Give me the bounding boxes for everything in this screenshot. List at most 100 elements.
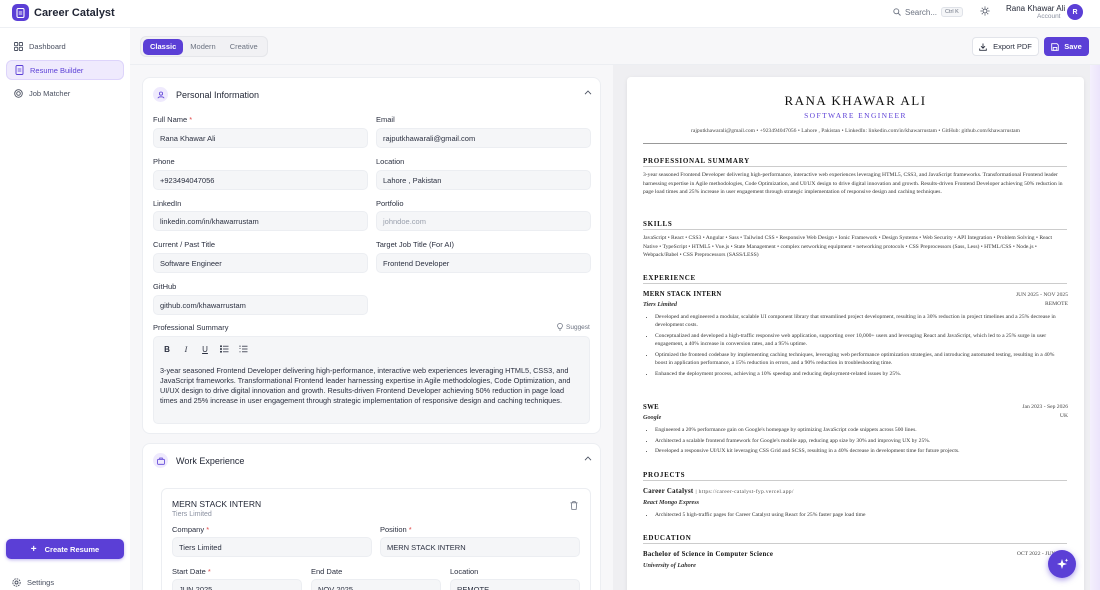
email-field[interactable]: rajputkhawarali@gmail.com [376,128,591,148]
bullet-list-icon[interactable] [219,344,229,354]
search-shortcut: Ctrl K [941,7,963,17]
ai-assistant-button[interactable] [1048,550,1076,578]
numbered-list-icon[interactable] [238,344,248,354]
position-label: Position * [380,525,412,534]
chevron-up-icon[interactable] [584,90,592,95]
cv-bullet: Developed a responsive UI/UX kit leverag… [655,447,1067,455]
sidebar: Dashboard Resume Builder Job Matcher + C… [0,28,130,590]
phone-label: Phone [153,157,175,166]
experience-title: MERN STACK INTERN [172,499,262,509]
app-title: Career Catalyst [34,7,115,19]
export-pdf-button[interactable]: Export PDF [972,37,1039,56]
cv-bullet: Architected a scalable frontend framewor… [655,437,1067,445]
italic-icon[interactable]: I [181,344,191,354]
cv-name: RANA KHAWAR ALI [784,93,927,108]
section-header[interactable]: Personal Information [153,87,259,102]
cv-job-title: MERN STACK INTERN [643,291,722,298]
avatar[interactable]: R [1067,4,1083,20]
create-resume-button[interactable]: + Create Resume [6,539,124,559]
cv-summary-heading: PROFESSIONAL SUMMARY [643,157,750,165]
full-name-field[interactable]: Rana Khawar Ali [153,128,368,148]
cv-section-rule [643,166,1067,167]
start-date-label: Start Date * [172,567,211,576]
gear-icon [12,578,21,587]
cv-job-date: JUN 2025 - NOV 2025 [1015,292,1068,298]
location-field[interactable]: Lahore , Pakistan [376,170,591,190]
start-date-field[interactable]: JUN 2025 [172,579,302,590]
cv-bullet: Developed and engineered a modular, scal… [655,313,1067,329]
cv-job-location: UK [1059,413,1068,419]
current-title-field[interactable]: Software Engineer [153,253,368,273]
portfolio-field[interactable]: johndoe.com [376,211,591,231]
current-title-label: Current / Past Title [153,240,216,249]
document-icon [14,65,24,75]
tab-creative[interactable]: Creative [223,39,265,55]
save-button[interactable]: Save [1044,37,1089,56]
sidebar-item-settings[interactable]: Settings [12,578,54,587]
export-pdf-label: Export PDF [993,42,1032,51]
suggest-button[interactable]: Suggest [557,323,590,331]
cv-project-bullets: Architected 5 high-traffic pages for Car… [655,511,1067,522]
resume-preview-panel: RANA KHAWAR ALI SOFTWARE ENGINEER rajput… [613,65,1100,590]
phone-field[interactable]: +923494047056 [153,170,368,190]
cv-job-bullets: Developed and engineered a modular, scal… [655,313,1067,380]
save-icon [1051,42,1059,51]
lightbulb-icon [557,323,563,331]
plus-icon: + [30,543,37,555]
cv-projects-heading: PROJECTS [643,471,686,479]
cv-divider [643,143,1067,144]
trash-icon[interactable] [570,501,578,510]
search-icon [893,8,901,16]
email-label: Email [376,115,395,124]
template-tabs: Classic Modern Creative [140,36,268,57]
summary-text[interactable]: 3-year seasoned Frontend Developer deliv… [160,366,582,406]
position-field[interactable]: MERN STACK INTERN [380,537,580,557]
tab-classic[interactable]: Classic [143,38,184,55]
section-header[interactable]: Work Experience [153,453,244,468]
user-icon [153,87,168,102]
end-date-field[interactable]: NOV 2025 [311,579,441,590]
cv-job-bullets: Engineered a 20% performance gain on Goo… [655,426,1067,458]
cv-job-company: Google [643,414,662,421]
cv-experience-heading: EXPERIENCE [643,274,696,282]
github-field[interactable]: github.com/khawarrustam [153,295,368,315]
main-area: Classic Modern Creative Export PDF Save … [130,28,1100,590]
sidebar-item-label: Job Matcher [29,88,71,98]
cv-bullet: Conceptualized and developed a high-traf… [655,332,1067,348]
company-label: Company * [172,525,210,534]
create-resume-label: Create Resume [44,544,100,554]
company-field[interactable]: Tiers Limited [172,537,372,557]
sidebar-item-dashboard[interactable]: Dashboard [6,36,124,56]
app-logo-icon[interactable] [12,4,29,21]
cv-skills: JavaScript • React • CSS3 • Angular • Sa… [643,235,1053,258]
user-name: Rana Khawar Ali [1006,4,1066,13]
linkedin-label: LinkedIn [153,199,182,208]
personal-information-section: Personal Information Full Name * Rana Kh… [142,77,601,434]
search-box[interactable]: Search... Ctrl K [893,5,971,19]
work-experience-section: Work Experience MERN STACK INTERN Tiers … [142,443,601,590]
cv-section-rule [643,229,1067,230]
save-label: Save [1064,42,1082,51]
experience-item: MERN STACK INTERN Tiers Limited Company … [161,488,591,590]
cv-bullet: Enhanced the deployment process, achievi… [655,370,1067,378]
cv-job-location: REMOTE [1045,301,1068,307]
target-title-field[interactable]: Frontend Developer [376,253,591,273]
summary-editor[interactable]: B I U 3-year seasoned Frontend Developer… [153,336,590,424]
tab-modern[interactable]: Modern [183,39,222,55]
underline-icon[interactable]: U [200,344,210,354]
sidebar-item-job-matcher[interactable]: Job Matcher [6,83,124,103]
summary-label: Professional Summary [153,323,229,332]
sparkle-icon [1056,558,1069,571]
sun-icon[interactable] [980,6,990,16]
chevron-up-icon[interactable] [584,456,592,461]
linkedin-field[interactable]: linkedin.com/in/khawarrustam [153,211,368,231]
cv-job-date: Jan 2023 - Sep 2026 [1022,404,1068,410]
editor-toolbar: B I U [162,344,248,354]
bold-icon[interactable]: B [162,344,172,354]
briefcase-icon [153,453,168,468]
cv-summary: 3-year seasoned Frontend Developer deliv… [643,172,1063,195]
exp-location-field[interactable]: REMOTE [450,579,580,590]
cv-education-heading: EDUCATION [643,534,692,542]
sidebar-item-resume-builder[interactable]: Resume Builder [6,60,124,80]
cv-project-link: | https://career-catalyst-fyp.vercel.app… [695,489,794,495]
